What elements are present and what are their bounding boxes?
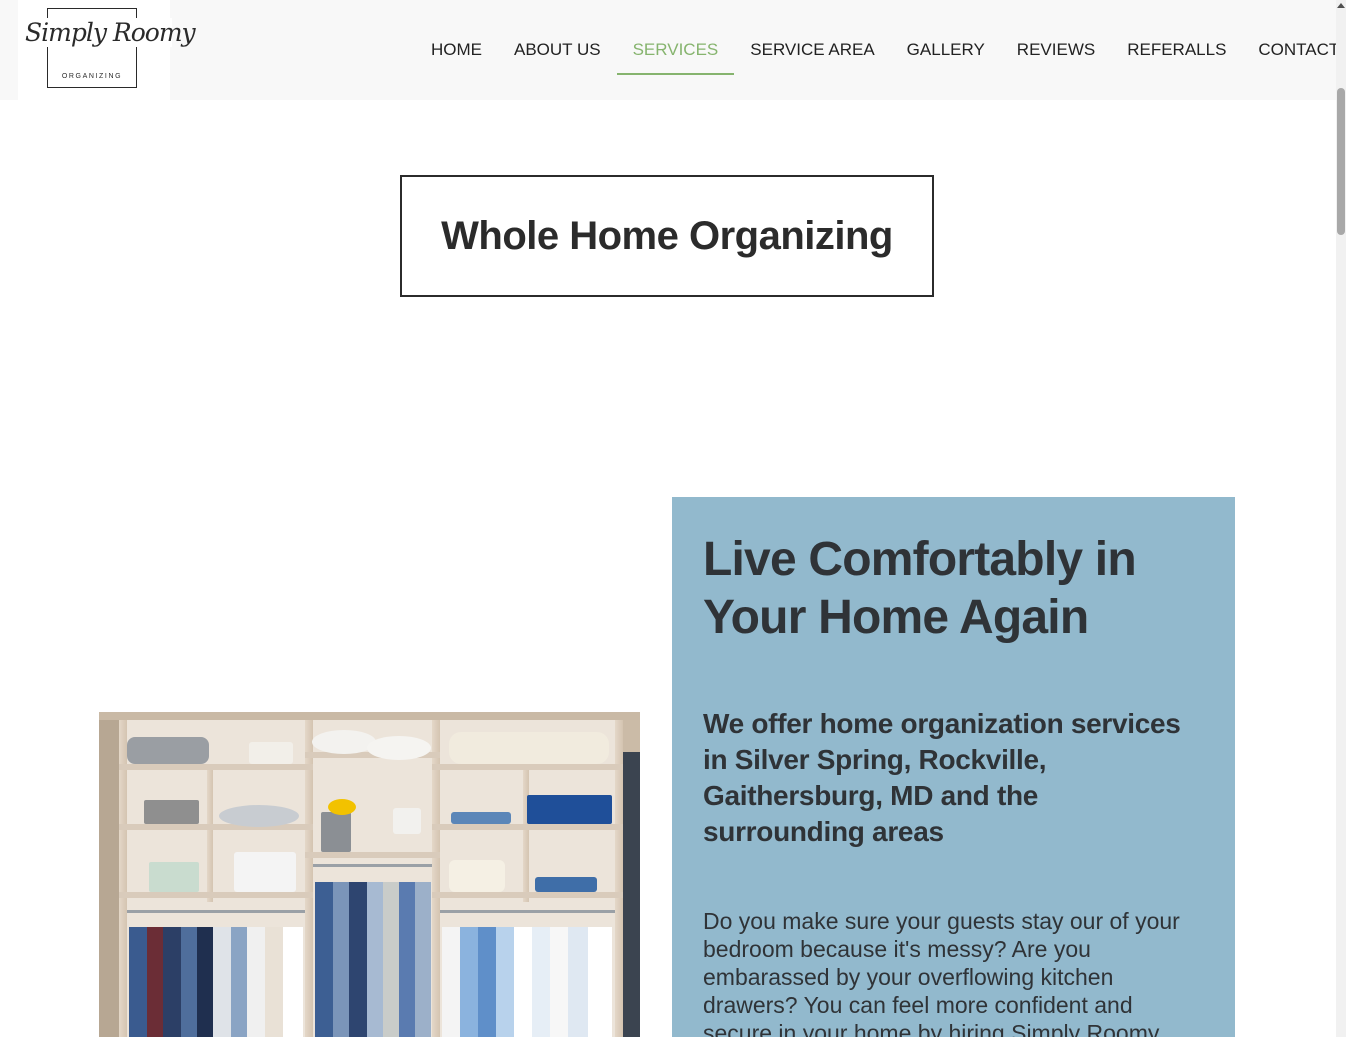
nav-item-service-area[interactable]: SERVICE AREA: [734, 0, 890, 100]
logo-script-text: Simply Roomy: [23, 18, 196, 47]
main-nav: HOME ABOUT US SERVICES SERVICE AREA GALL…: [415, 0, 1346, 100]
nav-item-about-us[interactable]: ABOUT US: [498, 0, 617, 100]
nav-item-gallery[interactable]: GALLERY: [891, 0, 1001, 100]
page-title-box: Whole Home Organizing: [400, 175, 934, 297]
scroll-up-arrow-icon[interactable]: [1337, 3, 1345, 8]
page-scrollbar[interactable]: [1336, 0, 1346, 1037]
scroll-thumb[interactable]: [1337, 88, 1345, 235]
panel-heading: Live Comfortably in Your Home Again: [703, 533, 1137, 644]
site-logo[interactable]: Simply Roomy ORGANIZING: [18, 0, 196, 100]
panel-subheading: We offer home organization services in S…: [703, 708, 1181, 847]
nav-item-referrals[interactable]: REFERALLS: [1111, 0, 1242, 100]
nav-item-home[interactable]: HOME: [415, 0, 498, 100]
closet-illustration: [99, 712, 640, 1037]
nav-item-reviews[interactable]: REVIEWS: [1001, 0, 1111, 100]
info-panel: Live Comfortably in Your Home Again We o…: [672, 497, 1235, 1037]
site-header: Simply Roomy ORGANIZING HOME ABOUT US SE…: [0, 0, 1339, 100]
nav-item-contact[interactable]: CONTACT: [1242, 0, 1346, 100]
panel-body: Do you make sure your guests stay our of…: [703, 908, 1180, 1037]
closet-photo: [99, 712, 640, 1037]
nav-item-services[interactable]: SERVICES: [616, 0, 735, 100]
logo-subtitle: ORGANIZING: [50, 73, 134, 80]
page-title: Whole Home Organizing: [441, 213, 893, 258]
